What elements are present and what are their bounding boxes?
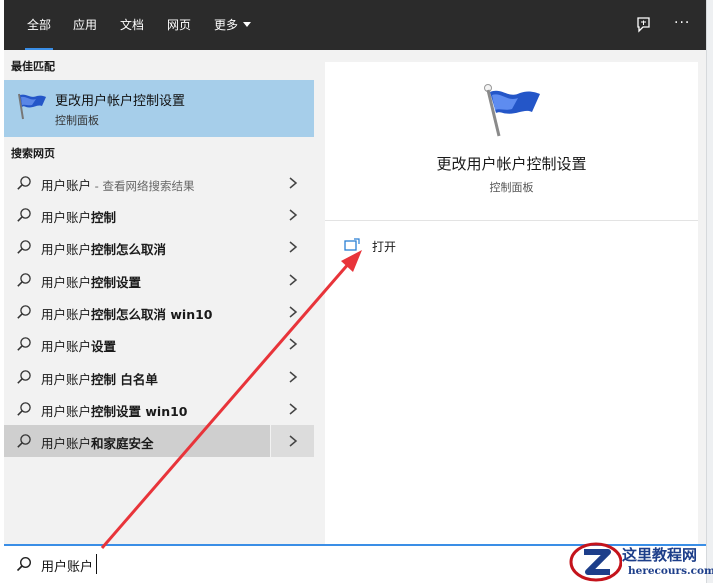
open-label: 打开 [372,240,397,254]
more-options-icon[interactable]: ··· [674,15,690,31]
web-result-suggestion: 设置 [91,339,117,354]
chevron-right-icon[interactable] [287,337,299,351]
web-result-hint: - 查看网络搜索结果 [91,179,195,193]
web-result-row[interactable]: 用户账户 - 查看网络搜索结果 [4,167,314,199]
web-result-row[interactable]: 用户账户控制 白名单 [4,361,314,393]
chevron-right-icon[interactable] [287,240,299,254]
chevron-right-icon[interactable] [287,208,299,222]
web-result-text: 用户账户控制设置 win10 [41,401,188,420]
search-icon [17,434,31,448]
web-result-query: 用户账户 [41,242,92,257]
search-icon [17,370,31,384]
search-icon [16,556,32,572]
web-result-row[interactable]: 用户账户设置 [4,328,314,360]
web-result-text: 用户账户 - 查看网络搜索结果 [41,175,194,194]
web-result-suggestion: 控制怎么取消 win10 [91,307,213,322]
chevron-right-icon[interactable] [287,370,299,384]
chevron-down-icon [243,22,252,27]
search-icon [17,337,31,351]
search-icon [17,305,31,319]
web-result-query: 用户账户 [41,404,92,419]
web-result-text: 用户账户控制怎么取消 [41,239,166,258]
web-result-suggestion: 和家庭安全 [91,436,154,451]
search-web-header: 搜索网页 [11,147,55,160]
tab-all[interactable]: 全部 [24,17,54,51]
watermark: 这里教程网 herecours.com [566,542,713,583]
web-result-text: 用户账户控制设置 [41,272,141,291]
web-result-query: 用户账户 [41,339,92,354]
web-result-suggestion: 控制设置 win10 [91,404,188,419]
divider [325,220,698,221]
uac-flag-large-icon [484,84,540,137]
watermark-title: 这里教程网 [622,546,698,564]
search-icon [17,240,31,254]
chevron-right-icon[interactable] [287,273,299,287]
uac-flag-icon [18,93,46,120]
search-icon [17,208,31,222]
search-icon [17,402,31,416]
search-icon [17,176,31,190]
web-result-text: 用户账户控制怎么取消 win10 [41,304,213,323]
web-result-suggestion: 控制设置 [91,275,142,290]
chevron-right-icon[interactable] [287,402,299,416]
watermark-url: herecours.com [628,565,713,577]
tab-apps[interactable]: 应用 [73,17,97,33]
web-result-text: 用户账户设置 [41,336,116,355]
chevron-right-icon[interactable] [287,305,299,319]
best-match-title: 更改用户帐户控制设置 [55,94,186,109]
chevron-right-icon[interactable] [287,434,299,448]
web-result-query: 用户账户 [41,210,92,225]
search-input[interactable]: 用户账户 [41,556,93,575]
best-match-result[interactable]: 更改用户帐户控制设置 控制面板 [4,80,314,137]
web-result-text: 用户账户和家庭安全 [41,433,154,452]
web-result-suggestion: 控制 [91,210,117,225]
open-icon [344,238,360,251]
web-result-query: 用户账户 [41,307,92,322]
detail-subtitle: 控制面板 [489,181,534,194]
window-edge [706,0,713,583]
watermark-logo-icon [569,542,622,582]
tab-more-label: 更多 [214,18,239,32]
search-icon [17,273,31,287]
web-result-text: 用户账户控制 [41,207,116,226]
chevron-right-icon[interactable] [287,176,299,190]
web-result-text: 用户账户控制 白名单 [41,369,158,388]
web-result-query: 用户账户 [41,178,92,193]
web-result-suggestion: 控制 白名单 [91,372,158,387]
best-match-subtitle: 控制面板 [55,114,99,127]
web-result-query: 用户账户 [41,372,92,387]
best-match-header: 最佳匹配 [11,60,55,73]
web-result-row[interactable]: 用户账户控制 [4,199,314,231]
web-result-query: 用户账户 [41,436,92,451]
web-result-row[interactable]: 用户账户控制怎么取消 win10 [4,296,314,328]
web-result-suggestion: 控制怎么取消 [91,242,167,257]
tab-web[interactable]: 网页 [167,17,191,33]
web-result-row[interactable]: 用户账户和家庭安全 [4,425,315,457]
web-result-row[interactable]: 用户账户控制设置 win10 [4,393,314,425]
feedback-icon[interactable] [634,16,652,34]
tab-more[interactable]: 更多 [214,17,252,33]
detail-title: 更改用户帐户控制设置 [436,155,587,173]
search-filter-bar: 全部 应用 文档 网页 更多 ··· [4,0,706,51]
text-cursor [96,554,97,574]
tab-documents[interactable]: 文档 [120,17,144,33]
web-result-row[interactable]: 用户账户控制怎么取消 [4,231,314,263]
web-result-query: 用户账户 [41,275,92,290]
web-result-row[interactable]: 用户账户控制设置 [4,264,314,296]
